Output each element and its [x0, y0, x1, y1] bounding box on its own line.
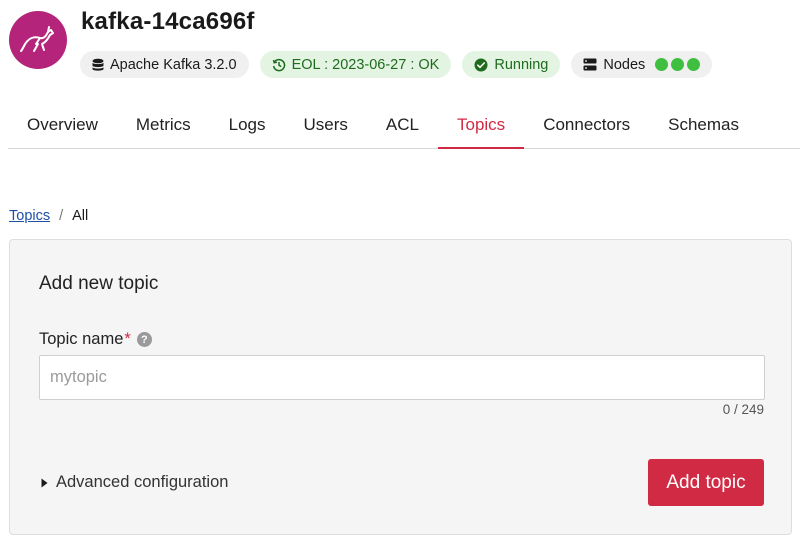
breadcrumb: Topics / All [9, 208, 88, 224]
node-status-dot [687, 58, 701, 71]
help-icon[interactable]: ? [136, 332, 152, 347]
breadcrumb-separator: / [59, 208, 64, 224]
eol-chip: EOL : 2023-06-27 : OK [259, 51, 452, 78]
tab-topics[interactable]: Topics [438, 101, 525, 149]
required-mark: * [124, 330, 131, 348]
version-chip: Apache Kafka 3.2.0 [80, 51, 249, 78]
tab-schemas[interactable]: Schemas [649, 101, 758, 148]
breadcrumb-link-topics[interactable]: Topics [9, 208, 50, 224]
tab-overview[interactable]: Overview [8, 101, 117, 148]
check-circle-icon [474, 58, 488, 71]
add-topic-button[interactable]: Add topic [648, 459, 764, 506]
kafka-logo-icon [9, 11, 67, 69]
caret-right-icon [41, 478, 48, 487]
advanced-configuration-toggle[interactable]: Advanced configuration [41, 473, 228, 492]
tab-connectors[interactable]: Connectors [524, 101, 649, 148]
card-title: Add new topic [39, 273, 159, 294]
advanced-configuration-label: Advanced configuration [56, 473, 229, 491]
character-counter: 0 / 249 [722, 402, 764, 417]
tab-metrics[interactable]: Metrics [117, 101, 210, 148]
add-topic-card: Add new topic Topic name* ? 0 / 249 Adva… [9, 239, 792, 535]
breadcrumb-current: All [72, 208, 89, 224]
version-label: Apache Kafka 3.2.0 [110, 56, 237, 73]
history-clock-icon [272, 58, 285, 71]
topic-name-input[interactable] [39, 355, 765, 400]
status-label: Running [494, 56, 549, 73]
tab-acl[interactable]: ACL [367, 101, 438, 148]
topic-name-label: Topic name * ? [39, 330, 152, 349]
service-info-chips: Apache Kafka 3.2.0 EOL : 2023-06-27 : OK… [80, 51, 713, 78]
server-icon [583, 58, 597, 71]
service-title: kafka-14ca696f [81, 8, 255, 35]
node-status-dot [671, 58, 685, 71]
topic-name-label-text: Topic name [39, 330, 124, 348]
status-chip: Running [462, 51, 561, 78]
node-status-dot [655, 58, 669, 71]
tab-users[interactable]: Users [285, 101, 367, 148]
nodes-label: Nodes [603, 56, 646, 73]
eol-label: EOL : 2023-06-27 : OK [291, 56, 440, 73]
database-icon [92, 58, 104, 71]
node-status-dots [655, 58, 701, 71]
nodes-chip: Nodes [571, 51, 713, 78]
tab-logs[interactable]: Logs [210, 101, 285, 148]
service-tabs: Overview Metrics Logs Users ACL Topics Connect… [8, 101, 800, 149]
